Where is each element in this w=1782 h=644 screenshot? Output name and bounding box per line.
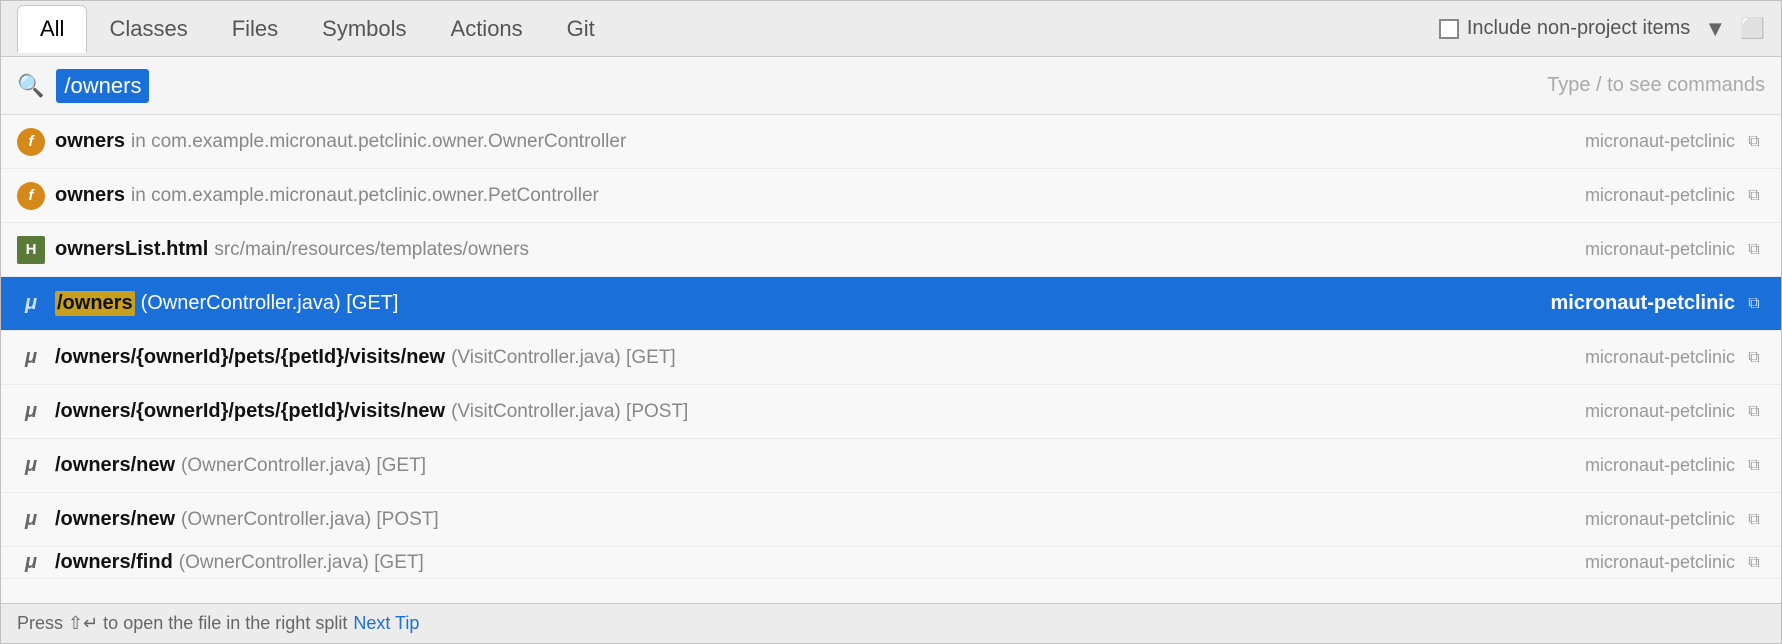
result-main: owners in com.example.micronaut.petclini… xyxy=(55,130,1575,153)
result-name: /owners/{ownerId}/pets/{petId}/visits/ne… xyxy=(55,346,445,369)
result-name: /owners/{ownerId}/pets/{petId}/visits/ne… xyxy=(55,400,445,423)
copy-path-icon[interactable]: ⧉ xyxy=(1743,509,1765,531)
result-main: /owners (OwnerController.java) [GET] xyxy=(55,291,1541,316)
search-input[interactable]: /owners xyxy=(56,69,149,103)
search-bar: 🔍 /owners Type / to see commands xyxy=(1,57,1781,115)
result-main: ownersList.html src/main/resources/templ… xyxy=(55,238,1575,261)
result-tail: micronaut-petclinic ⧉ xyxy=(1585,347,1765,369)
result-module: micronaut-petclinic xyxy=(1585,185,1735,206)
include-non-project-text: Include non-project items xyxy=(1467,17,1690,40)
tab-bar: All Classes Files Symbols Actions Git In… xyxy=(1,1,1781,57)
tab-files[interactable]: Files xyxy=(210,6,300,52)
result-detail: (OwnerController.java) [GET] xyxy=(179,552,424,574)
copy-path-icon[interactable]: ⧉ xyxy=(1743,455,1765,477)
include-non-project-checkbox[interactable] xyxy=(1439,19,1459,39)
next-tip-link[interactable]: Next Tip xyxy=(353,613,419,634)
tab-all[interactable]: All xyxy=(17,5,87,53)
result-row[interactable]: f owners in com.example.micronaut.petcli… xyxy=(1,115,1781,169)
result-tail: micronaut-petclinic ⧉ xyxy=(1551,292,1765,315)
result-module: micronaut-petclinic xyxy=(1585,455,1735,476)
result-type-icon: μ xyxy=(17,506,45,534)
copy-path-icon[interactable]: ⧉ xyxy=(1743,185,1765,207)
result-module: micronaut-petclinic xyxy=(1585,239,1735,260)
include-non-project-label[interactable]: Include non-project items xyxy=(1439,17,1690,40)
result-name: /owners/new xyxy=(55,454,175,477)
result-row[interactable]: μ /owners/new (OwnerController.java) [GE… xyxy=(1,439,1781,493)
result-tail: micronaut-petclinic ⧉ xyxy=(1585,455,1765,477)
result-tail: micronaut-petclinic ⧉ xyxy=(1585,509,1765,531)
result-tail: micronaut-petclinic ⧉ xyxy=(1585,185,1765,207)
copy-path-icon[interactable]: ⧉ xyxy=(1743,347,1765,369)
result-main: /owners/{ownerId}/pets/{petId}/visits/ne… xyxy=(55,400,1575,423)
result-module: micronaut-petclinic xyxy=(1585,509,1735,530)
result-main: /owners/new (OwnerController.java) [POST… xyxy=(55,508,1575,531)
status-text: Press ⇧↵ to open the file in the right s… xyxy=(17,613,347,634)
copy-path-icon[interactable]: ⧉ xyxy=(1743,401,1765,423)
status-bar: Press ⇧↵ to open the file in the right s… xyxy=(1,603,1781,643)
tab-actions[interactable]: Actions xyxy=(429,6,545,52)
tab-bar-right: Include non-project items ▼ ⬜ xyxy=(1439,16,1765,42)
tab-symbols[interactable]: Symbols xyxy=(300,6,428,52)
result-row[interactable]: μ /owners/find (OwnerController.java) [G… xyxy=(1,547,1781,579)
result-type-icon: H xyxy=(17,236,45,264)
result-main: /owners/{ownerId}/pets/{petId}/visits/ne… xyxy=(55,346,1575,369)
result-name-highlight: /owners xyxy=(55,291,135,316)
result-tail: micronaut-petclinic ⧉ xyxy=(1585,131,1765,153)
result-tail: micronaut-petclinic ⧉ xyxy=(1585,552,1765,574)
result-type-icon: f xyxy=(17,182,45,210)
result-module: micronaut-petclinic xyxy=(1585,131,1735,152)
result-module: micronaut-petclinic xyxy=(1551,292,1735,315)
result-name: /owners/new xyxy=(55,508,175,531)
search-everywhere-dialog: All Classes Files Symbols Actions Git In… xyxy=(0,0,1782,644)
result-name: owners xyxy=(55,130,125,153)
result-detail: in com.example.micronaut.petclinic.owner… xyxy=(131,131,626,153)
search-icon: 🔍 xyxy=(17,73,44,99)
result-type-icon: μ xyxy=(17,549,45,577)
result-detail: in com.example.micronaut.petclinic.owner… xyxy=(131,185,599,207)
result-type-icon: f xyxy=(17,128,45,156)
copy-path-icon[interactable]: ⧉ xyxy=(1743,552,1765,574)
tab-classes[interactable]: Classes xyxy=(87,6,209,52)
result-detail: (VisitController.java) [GET] xyxy=(451,347,676,369)
result-detail: src/main/resources/templates/owners xyxy=(214,239,529,261)
result-row[interactable]: μ /owners/{ownerId}/pets/{petId}/visits/… xyxy=(1,385,1781,439)
result-module: micronaut-petclinic xyxy=(1585,552,1735,573)
result-type-icon: μ xyxy=(17,344,45,372)
copy-path-icon[interactable]: ⧉ xyxy=(1743,239,1765,261)
result-type-icon: μ xyxy=(17,290,45,318)
result-type-icon: μ xyxy=(17,398,45,426)
filter-icon[interactable]: ▼ xyxy=(1704,16,1726,42)
result-row[interactable]: f owners in com.example.micronaut.petcli… xyxy=(1,169,1781,223)
result-row[interactable]: μ /owners/new (OwnerController.java) [PO… xyxy=(1,493,1781,547)
result-row-selected[interactable]: μ /owners (OwnerController.java) [GET] m… xyxy=(1,277,1781,331)
result-name: owners xyxy=(55,184,125,207)
result-module: micronaut-petclinic xyxy=(1585,401,1735,422)
result-name: ownersList.html xyxy=(55,238,208,261)
result-detail: (OwnerController.java) [POST] xyxy=(181,509,439,531)
result-name: /owners/find xyxy=(55,551,173,574)
result-main: owners in com.example.micronaut.petclini… xyxy=(55,184,1575,207)
result-module: micronaut-petclinic xyxy=(1585,347,1735,368)
window-split-icon[interactable]: ⬜ xyxy=(1740,16,1765,41)
result-row[interactable]: μ /owners/{ownerId}/pets/{petId}/visits/… xyxy=(1,331,1781,385)
result-detail: (OwnerController.java) [GET] xyxy=(141,292,399,315)
result-row[interactable]: H ownersList.html src/main/resources/tem… xyxy=(1,223,1781,277)
result-detail: (OwnerController.java) [GET] xyxy=(181,455,426,477)
search-hint: Type / to see commands xyxy=(1547,74,1765,97)
results-list: f owners in com.example.micronaut.petcli… xyxy=(1,115,1781,603)
tab-git[interactable]: Git xyxy=(545,6,617,52)
result-main: /owners/new (OwnerController.java) [GET] xyxy=(55,454,1575,477)
result-main: /owners/find (OwnerController.java) [GET… xyxy=(55,551,1575,574)
result-detail: (VisitController.java) [POST] xyxy=(451,401,688,423)
copy-path-icon[interactable]: ⧉ xyxy=(1743,293,1765,315)
copy-path-icon[interactable]: ⧉ xyxy=(1743,131,1765,153)
result-type-icon: μ xyxy=(17,452,45,480)
result-tail: micronaut-petclinic ⧉ xyxy=(1585,239,1765,261)
result-tail: micronaut-petclinic ⧉ xyxy=(1585,401,1765,423)
